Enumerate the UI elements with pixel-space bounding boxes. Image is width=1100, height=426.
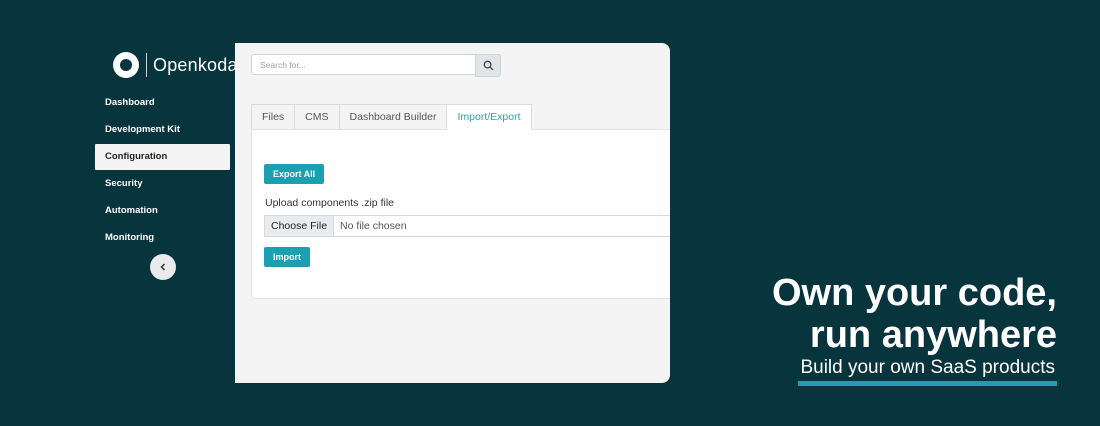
import-button[interactable]: Import xyxy=(264,247,310,267)
brand-name: Openkoda xyxy=(153,54,238,75)
sidebar-item-automation[interactable]: Automation xyxy=(95,198,230,224)
tab-import-export[interactable]: Import/Export xyxy=(446,104,532,130)
search-input[interactable] xyxy=(251,54,475,75)
tagline-subtitle: Build your own SaaS products xyxy=(798,357,1057,386)
tagline: Own your code, run anywhere xyxy=(772,272,1057,356)
tab-cms[interactable]: CMS xyxy=(294,104,340,130)
sidebar-collapse-button[interactable] xyxy=(150,254,176,280)
tagline-line-1: Own your code, xyxy=(771,272,1057,314)
sidebar-item-security[interactable]: Security xyxy=(95,171,230,197)
choose-file-button[interactable]: Choose File xyxy=(265,216,335,236)
tab-files[interactable]: Files xyxy=(251,104,296,130)
tab-bar: Files CMS Dashboard Builder Import/Expor… xyxy=(251,104,532,130)
sidebar-nav: Dashboard Development Kit Configuration … xyxy=(95,90,230,252)
export-all-button[interactable]: Export All xyxy=(264,164,325,184)
tagline-line-2: run anywhere xyxy=(809,314,1057,356)
search-bar xyxy=(251,54,501,77)
logo[interactable]: Openkoda xyxy=(113,52,238,78)
import-export-panel: Export All Upload components .zip file C… xyxy=(251,129,670,299)
search-icon xyxy=(483,60,493,71)
app-window: Files CMS Dashboard Builder Import/Expor… xyxy=(235,43,670,383)
chevron-left-icon xyxy=(160,263,166,271)
logo-icon xyxy=(113,52,139,78)
sidebar-item-configuration[interactable]: Configuration xyxy=(95,144,230,170)
search-button[interactable] xyxy=(475,54,501,77)
sidebar-item-development-kit[interactable]: Development Kit xyxy=(95,117,230,143)
file-status: No file chosen xyxy=(340,220,407,232)
logo-divider xyxy=(146,53,147,77)
tab-dashboard-builder[interactable]: Dashboard Builder xyxy=(338,104,448,130)
sidebar-item-monitoring[interactable]: Monitoring xyxy=(95,225,230,251)
file-input[interactable]: Choose File No file chosen xyxy=(264,215,670,237)
upload-label: Upload components .zip file xyxy=(265,197,394,209)
sidebar-item-dashboard[interactable]: Dashboard xyxy=(95,90,230,116)
